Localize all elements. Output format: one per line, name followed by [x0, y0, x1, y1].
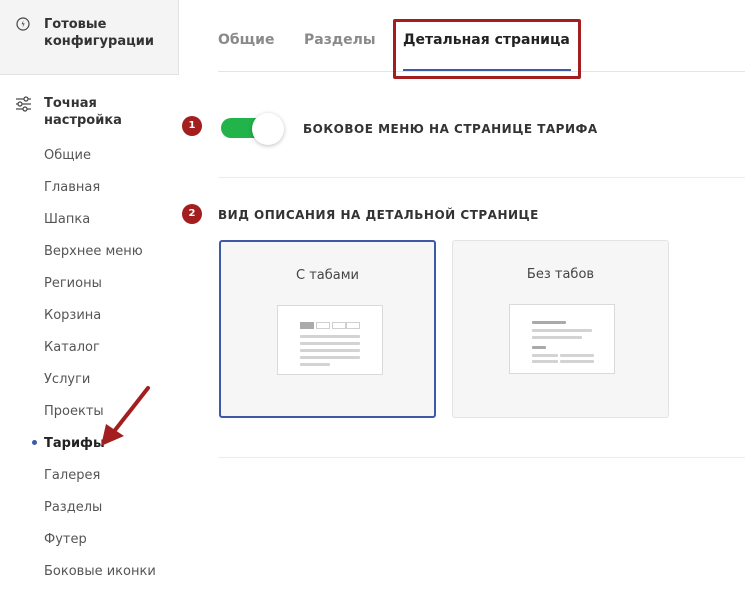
sidebar-item-header[interactable]: Шапка: [44, 212, 90, 228]
sidebar-item-top-menu[interactable]: Верхнее меню: [44, 244, 143, 260]
sliders-icon: [16, 96, 31, 112]
sidebar-item-projects[interactable]: Проекты: [44, 404, 104, 420]
section-divider: [218, 177, 745, 178]
no-tabs-layout-preview-icon: [509, 304, 615, 374]
sidebar-item-sections[interactable]: Разделы: [44, 500, 102, 516]
sidebar-item-main[interactable]: Главная: [44, 180, 100, 196]
sidebar: Готовые конфигурации Точная настройка Об…: [0, 0, 179, 591]
annotation-badge-1: 1: [182, 116, 202, 136]
option-card-without-tabs[interactable]: Без табов: [452, 240, 669, 418]
sidebar-item-regions[interactable]: Регионы: [44, 276, 102, 292]
ready-configs-item[interactable]: Готовые конфигурации: [0, 0, 179, 75]
sidebar-item-cart[interactable]: Корзина: [44, 308, 101, 324]
tab-sections[interactable]: Разделы: [304, 32, 376, 48]
tabs-layout-preview-icon: [277, 305, 383, 375]
sidebar-item-services[interactable]: Услуги: [44, 372, 90, 388]
description-view-label: ВИД ОПИСАНИЯ НА ДЕТАЛЬНОЙ СТРАНИЦЕ: [218, 208, 539, 222]
active-indicator-dot: [32, 440, 37, 445]
sidebar-item-side-icons[interactable]: Боковые иконки: [44, 564, 156, 580]
section-divider: [218, 457, 745, 458]
tab-general[interactable]: Общие: [218, 32, 274, 48]
option-card-with-tabs[interactable]: С табами: [219, 240, 436, 418]
annotation-arrow-icon: [101, 386, 150, 446]
annotation-badge-2: 2: [182, 204, 202, 224]
config-icon: [16, 17, 30, 31]
sidebar-item-footer[interactable]: Футер: [44, 532, 87, 548]
ready-configs-label: Готовые конфигурации: [44, 17, 154, 49]
sidebar-item-gallery[interactable]: Галерея: [44, 468, 100, 484]
side-menu-label: БОКОВОЕ МЕНЮ НА СТРАНИЦЕ ТАРИФА: [303, 122, 598, 136]
annotation-highlight-box: [393, 19, 581, 79]
sidebar-item-general[interactable]: Общие: [44, 148, 91, 164]
fine-tuning-label: Точная настройка: [44, 96, 122, 128]
toggle-knob[interactable]: [252, 113, 284, 145]
option-title: С табами: [296, 268, 359, 283]
option-title: Без табов: [526, 267, 595, 282]
sidebar-item-catalog[interactable]: Каталог: [44, 340, 100, 356]
